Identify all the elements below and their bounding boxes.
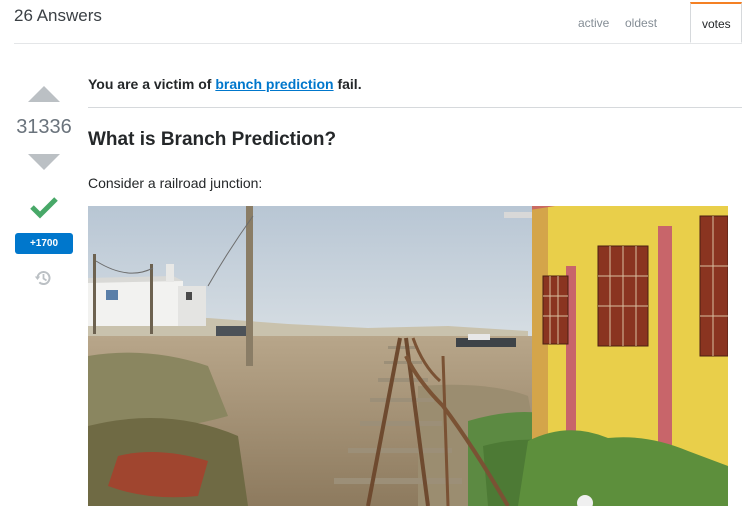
- intro-text-before: You are a victim of: [88, 76, 216, 92]
- history-icon[interactable]: [33, 268, 53, 288]
- answers-header: 26 Answers active oldest votes: [14, 0, 742, 44]
- tab-active[interactable]: active: [578, 16, 609, 30]
- intro-text-after: fail.: [333, 76, 362, 92]
- railroad-junction-photo: [88, 206, 728, 506]
- divider: [88, 107, 742, 108]
- paragraph: Consider a railroad junction:: [88, 175, 263, 191]
- accepted-check-icon: [30, 197, 58, 219]
- branch-prediction-link[interactable]: branch prediction: [215, 76, 333, 92]
- answers-count: 26 Answers: [14, 6, 102, 25]
- vote-down-icon[interactable]: [28, 154, 60, 170]
- tab-votes-label: votes: [702, 17, 731, 31]
- tab-votes[interactable]: votes: [690, 2, 742, 43]
- answer-intro: You are a victim of branch prediction fa…: [88, 76, 362, 92]
- tab-oldest[interactable]: oldest: [625, 16, 657, 30]
- bounty-badge[interactable]: +1700: [15, 233, 73, 254]
- vote-up-icon[interactable]: [28, 86, 60, 102]
- section-heading: What is Branch Prediction?: [88, 129, 337, 150]
- vote-count: 31336: [16, 116, 72, 138]
